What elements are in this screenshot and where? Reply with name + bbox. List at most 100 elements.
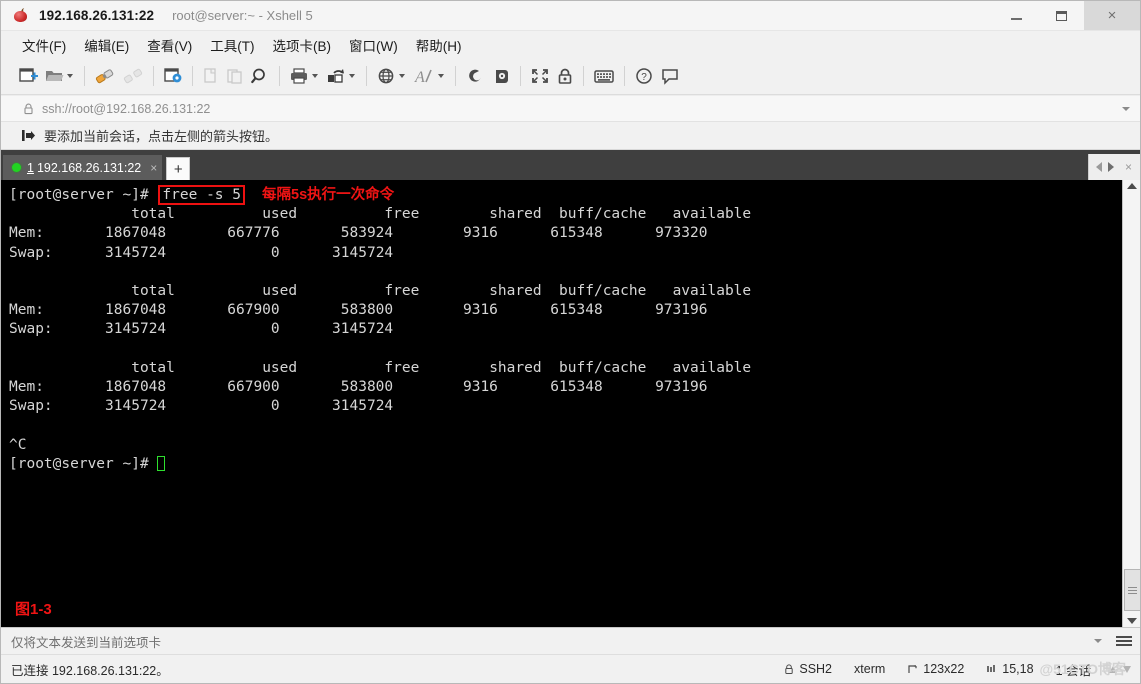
key-manager-button[interactable] (488, 62, 514, 90)
upload-arrow-icon (1109, 665, 1117, 673)
print-button[interactable] (286, 62, 323, 90)
minimize-button[interactable] (994, 1, 1039, 30)
globe-button[interactable] (373, 62, 410, 90)
open-session-caret-icon[interactable] (67, 74, 73, 78)
font-icon: A (414, 69, 432, 85)
cursor-position-icon (986, 664, 997, 675)
help-button[interactable]: ? (631, 62, 657, 90)
toolbar-separator (583, 66, 584, 86)
prompt-line-final: [root@server ~]# (9, 455, 149, 472)
tab-bar-close-icon[interactable]: × (1125, 160, 1132, 174)
window-controls: × (994, 1, 1140, 30)
send-bar-dropdown-icon[interactable] (1094, 639, 1102, 643)
menu-item-help[interactable]: 帮助(H) (407, 32, 471, 58)
session-properties-button[interactable] (160, 62, 186, 90)
font-button[interactable]: A (410, 62, 449, 90)
tab-scroll-left-icon[interactable] (1095, 162, 1102, 172)
tab-nav-controls: × (1087, 154, 1140, 180)
find-button[interactable] (247, 62, 273, 90)
feedback-button[interactable] (657, 62, 683, 90)
feedback-icon (662, 69, 678, 85)
fullscreen-button[interactable] (527, 62, 553, 90)
send-text-bar[interactable]: 仅将文本发送到当前选项卡 (1, 627, 1140, 654)
toolbar: A ? (1, 58, 1140, 95)
close-icon: × (1107, 7, 1117, 24)
font-caret-icon[interactable] (438, 74, 444, 78)
transfer-indicator (1106, 665, 1134, 673)
lock-small-icon (23, 103, 34, 115)
protocol-label: SSH2 (799, 662, 833, 676)
toolbar-separator (192, 66, 193, 86)
keyboard-icon (594, 70, 614, 83)
lock-icon (558, 68, 572, 84)
toolbar-separator (279, 66, 280, 86)
add-session-arrow-icon[interactable] (21, 129, 36, 142)
tab-scroll-right-icon[interactable] (1107, 162, 1114, 172)
prompt-line-1: [root@server ~]# (9, 187, 149, 203)
status-right-group: SSH2 xterm 123x22 15,18 1 会话 @51CTO博客 (773, 655, 1134, 683)
open-folder-icon (46, 71, 64, 81)
globe-caret-icon[interactable] (399, 74, 405, 78)
file-transfer-button[interactable] (323, 62, 360, 90)
maximize-button[interactable] (1039, 1, 1084, 30)
menu-item-tools[interactable]: 工具(T) (201, 32, 263, 58)
close-button[interactable]: × (1084, 1, 1140, 30)
scrollbar-thumb[interactable] (1124, 569, 1140, 611)
terminal-scrollbar[interactable] (1122, 180, 1140, 627)
new-session-button[interactable] (15, 62, 41, 90)
menu-item-edit[interactable]: 编辑(E) (75, 32, 138, 58)
menu-item-window[interactable]: 窗口(W) (340, 32, 407, 58)
scroll-up-icon[interactable] (1126, 183, 1137, 189)
tab-label: 192.168.26.131:22 (36, 160, 142, 175)
tab-bar: 1 192.168.26.131:22 × + × (1, 150, 1140, 180)
hint-text: 要添加当前会话，点击左侧的箭头按钮。 (44, 129, 279, 144)
keyboard-button[interactable] (590, 62, 618, 90)
session-properties-icon (164, 68, 182, 83)
toolbar-separator (84, 66, 85, 86)
copy-button (199, 62, 223, 90)
tab-close-icon[interactable]: × (150, 161, 157, 175)
protocol-lock-icon (784, 663, 794, 675)
block1-header: total used free shared buff/cache availa… (131, 206, 752, 223)
menu-item-file[interactable]: 文件(F) (13, 32, 75, 58)
svg-text:A: A (414, 69, 425, 85)
toolbar-separator (624, 66, 625, 86)
menu-item-view[interactable]: 查看(V) (138, 32, 201, 58)
lock-button[interactable] (553, 62, 577, 90)
new-tab-button[interactable]: + (166, 157, 191, 180)
status-sessions: 1 会话 (1055, 663, 1091, 678)
block2-swap-row: Swap: 3145724 0 3145724 (9, 321, 394, 338)
tab-session-1[interactable]: 1 192.168.26.131:22 × (3, 155, 163, 180)
globe-icon (378, 68, 394, 84)
window-title-address: 192.168.26.131:22 (39, 8, 155, 23)
menu-item-tab[interactable]: 选项卡(B) (264, 32, 341, 58)
disconnect-icon (123, 68, 143, 84)
file-transfer-icon (328, 69, 344, 83)
address-dropdown-icon[interactable] (1122, 106, 1130, 111)
title-bar: 192.168.26.131:22 root@server:~ - Xshell… (1, 1, 1140, 31)
status-protocol: SSH2 (784, 662, 832, 676)
file-transfer-caret-icon[interactable] (349, 74, 355, 78)
open-session-button[interactable] (41, 62, 78, 90)
toolbar-separator (153, 66, 154, 86)
terminal-output[interactable]: [root@server ~]# free -s 5 每隔5s执行一次命令 tot… (1, 180, 1122, 627)
send-bar-list-icon[interactable] (1116, 634, 1132, 648)
cursor-position-label: 15,18 (1002, 662, 1034, 676)
terminal-cursor (157, 455, 166, 471)
block3-header: total used free shared buff/cache availa… (131, 359, 752, 376)
ssh-tunnel-button[interactable] (462, 62, 488, 90)
block2-header: total used free shared buff/cache availa… (131, 283, 752, 300)
connect-button[interactable] (91, 62, 119, 90)
search-icon (251, 68, 265, 84)
scrollbar-grip-icon (1128, 585, 1137, 596)
fullscreen-icon (532, 69, 548, 83)
toolbar-separator (455, 66, 456, 86)
toolbar-separator (366, 66, 367, 86)
address-bar[interactable]: ssh://root@192.168.26.131:22 (1, 95, 1140, 122)
connect-icon (95, 69, 114, 84)
block3-mem-row: Mem: 1867048 667900 583800 9316 615348 9… (9, 379, 708, 396)
print-caret-icon[interactable] (312, 74, 318, 78)
command-annotation: 每隔5s执行一次命令 (262, 187, 395, 203)
address-input[interactable]: ssh://root@192.168.26.131:22 (42, 102, 210, 116)
scroll-down-icon[interactable] (1126, 618, 1137, 624)
